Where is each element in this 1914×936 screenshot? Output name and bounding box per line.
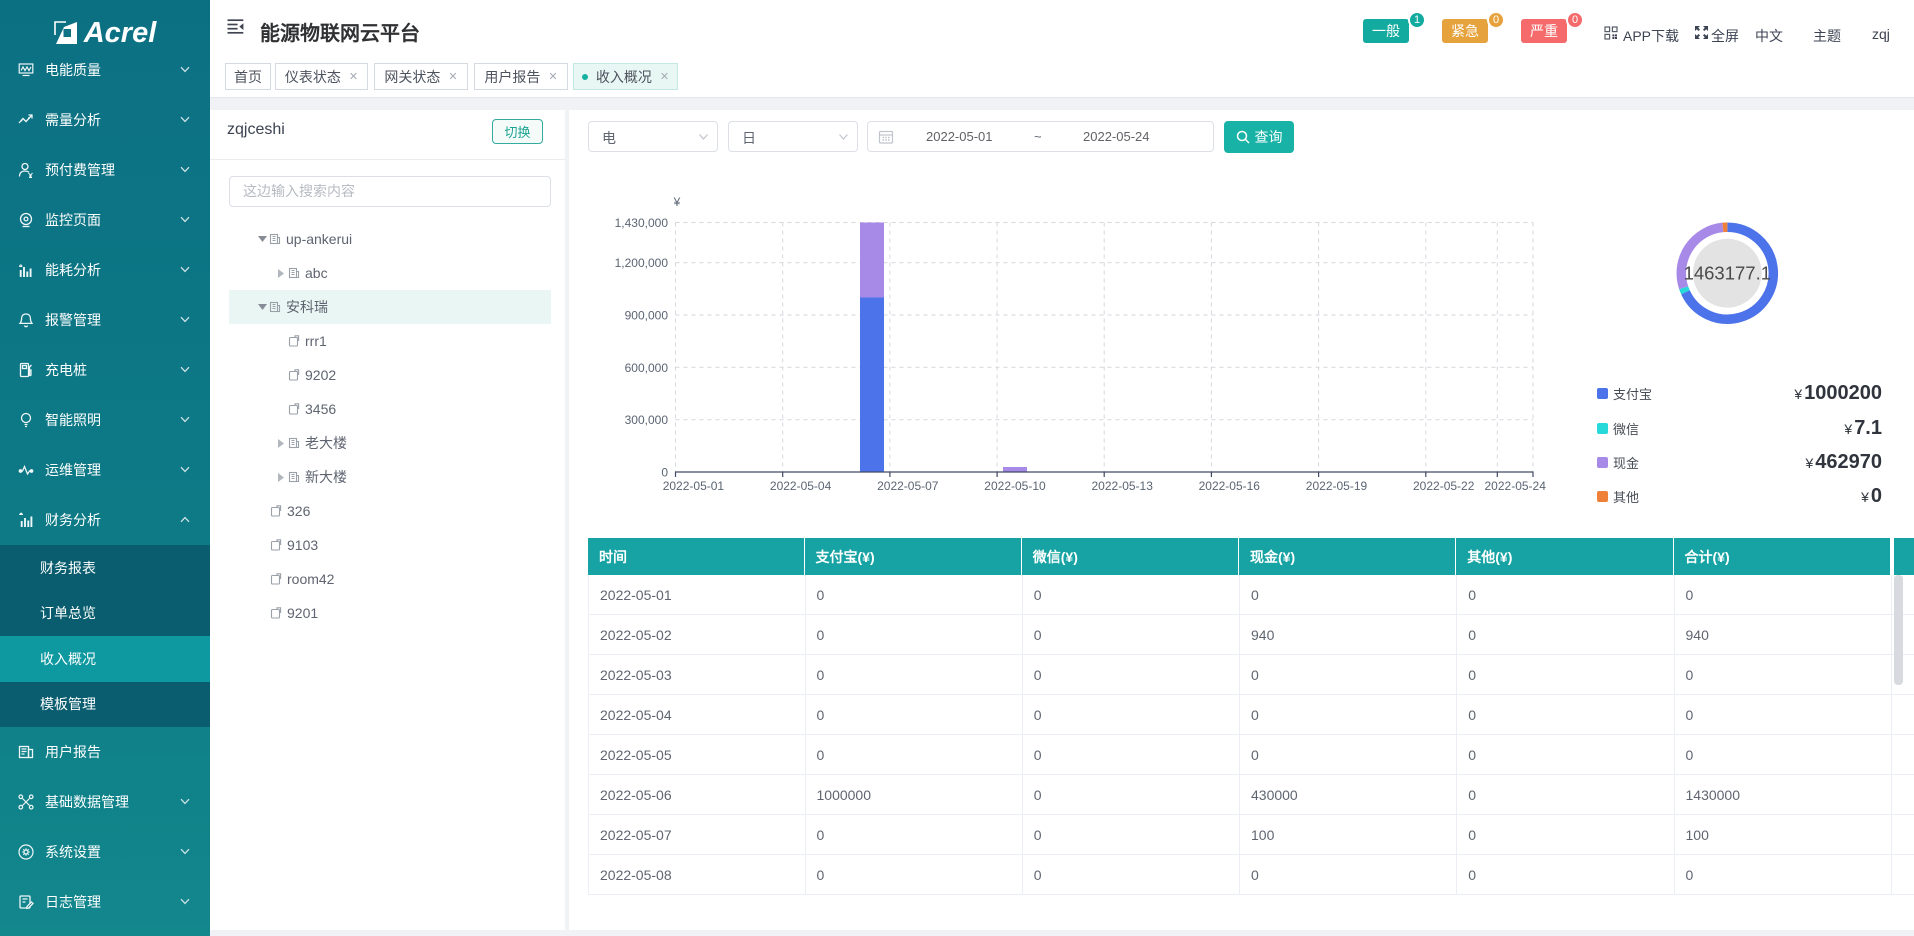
svg-text:900,000: 900,000 <box>625 309 669 323</box>
svg-text:1,430,000: 1,430,000 <box>615 216 669 230</box>
svg-text:2022-05-16: 2022-05-16 <box>1199 479 1261 493</box>
svg-text:0: 0 <box>661 466 668 480</box>
svg-text:1463177.1: 1463177.1 <box>1684 263 1771 284</box>
svg-text:2022-05-10: 2022-05-10 <box>984 479 1046 493</box>
svg-text:2022-05-13: 2022-05-13 <box>1092 479 1154 493</box>
svg-text:2022-05-07: 2022-05-07 <box>877 479 939 493</box>
svg-text:¥: ¥ <box>673 195 681 209</box>
svg-text:2022-05-19: 2022-05-19 <box>1306 479 1368 493</box>
svg-text:300,000: 300,000 <box>625 413 669 427</box>
svg-text:2022-05-22: 2022-05-22 <box>1413 479 1475 493</box>
svg-text:2022-05-01: 2022-05-01 <box>663 479 725 493</box>
svg-text:2022-05-24: 2022-05-24 <box>1485 479 1547 493</box>
svg-text:1,200,000: 1,200,000 <box>615 256 669 270</box>
svg-text:600,000: 600,000 <box>625 361 669 375</box>
svg-text:2022-05-04: 2022-05-04 <box>770 479 832 493</box>
